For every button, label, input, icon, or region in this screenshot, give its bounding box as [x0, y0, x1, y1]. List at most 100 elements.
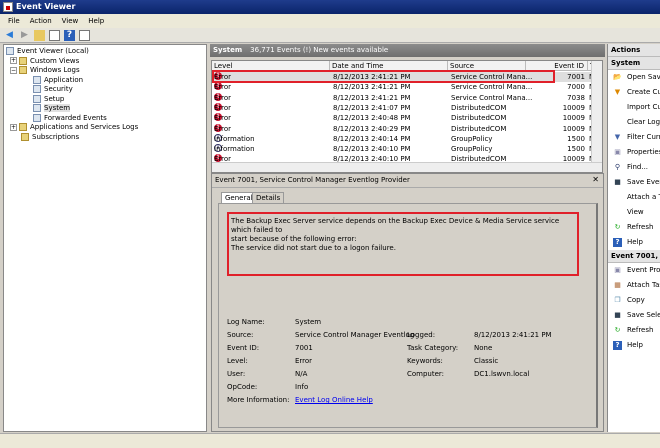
- action-item[interactable]: ↻ Refresh: [608, 220, 660, 235]
- menu-bar: File Action View Help: [0, 14, 660, 28]
- action-item[interactable]: ⚲ Find...: [608, 160, 660, 175]
- table-row[interactable]: ! Error 8/12/2013 2:41:21 PM Service Cont…: [212, 92, 594, 103]
- actions-pane: Actions System 📂Open Saved Log...▼Create…: [607, 44, 660, 432]
- table-row[interactable]: i Information 8/12/2013 2:40:14 PM GroupP…: [212, 133, 594, 144]
- user-label: User:: [227, 370, 246, 378]
- action-item[interactable]: Clear Log...: [608, 115, 660, 130]
- action-item[interactable]: 📂Open Saved Log...: [608, 70, 660, 85]
- level-value: Error: [295, 357, 313, 365]
- event-id-cell: 7038: [567, 93, 585, 102]
- source-cell: Service Control Mana...: [451, 93, 533, 102]
- keywords-label: Keywords:: [407, 357, 443, 365]
- date-cell: 8/12/2013 2:40:10 PM: [333, 145, 411, 154]
- menu-help[interactable]: Help: [88, 17, 104, 28]
- action-item[interactable]: ▣ Properties: [608, 145, 660, 160]
- action-item[interactable]: ↻ Refresh: [608, 323, 660, 338]
- action-item[interactable]: Import Custom View...: [608, 100, 660, 115]
- blank-icon: [613, 208, 622, 217]
- action-item[interactable]: ▼Create Custom View...: [608, 85, 660, 100]
- save-icon: ■: [614, 178, 621, 186]
- forward-icon[interactable]: ▶: [19, 30, 30, 41]
- source-cell: DistributedCOM: [451, 124, 507, 133]
- expand-icon[interactable]: +: [10, 123, 17, 131]
- folder-icon: [19, 56, 27, 65]
- log-name-label: Log Name:: [227, 318, 265, 326]
- tree-event-viewer-local[interactable]: Event Viewer (Local): [6, 47, 204, 57]
- navigation-tree: Event Viewer (Local) + Custom Views − Wind…: [3, 44, 207, 432]
- event-id-value: 7001: [295, 344, 313, 352]
- table-row[interactable]: ! Error 8/12/2013 2:41:21 PM Service Cont…: [212, 82, 594, 92]
- properties-icon: ▣: [614, 266, 621, 274]
- close-icon[interactable]: ✕: [592, 175, 599, 184]
- tree-custom-views[interactable]: + Custom Views: [6, 56, 204, 67]
- date-cell: 8/12/2013 2:41:21 PM: [333, 93, 411, 102]
- event-detail-pane: Event 7001, Service Control Manager Even…: [211, 173, 604, 432]
- tree-windows-logs[interactable]: − Windows Logs: [6, 66, 204, 76]
- back-icon[interactable]: ◀: [4, 30, 15, 41]
- expand-icon[interactable]: +: [10, 57, 17, 64]
- log-icon: [33, 113, 41, 122]
- date-cell: 8/12/2013 2:40:14 PM: [333, 134, 411, 143]
- source-cell: Service Control Mana...: [451, 83, 533, 92]
- tree-log-application[interactable]: Application: [6, 75, 204, 86]
- refresh-icon: ↻: [614, 223, 621, 231]
- action-item[interactable]: ■Save Events As...: [608, 175, 660, 190]
- source-cell: GroupPolicy: [451, 145, 493, 154]
- menu-file[interactable]: File: [8, 17, 20, 28]
- date-cell: 8/12/2013 2:41:21 PM: [333, 83, 411, 92]
- up-folder-icon[interactable]: [34, 30, 45, 41]
- table-row[interactable]: ! Error 8/12/2013 2:40:29 PM DistributedC…: [212, 123, 594, 134]
- horizontal-scrollbar[interactable]: [212, 162, 602, 172]
- tree-applications-services-logs[interactable]: + Applications and Services Logs: [6, 123, 204, 133]
- general-tab-content: The Backup Exec Server service depends o…: [218, 203, 598, 428]
- action-item[interactable]: Attach a Task To this Log...: [608, 190, 660, 205]
- tree-log-setup[interactable]: Setup: [6, 94, 204, 105]
- action-item[interactable]: ❐ Copy: [608, 293, 660, 308]
- event-count: 36,771 Events (!) New events available: [250, 46, 389, 54]
- action-item[interactable]: ■Save Selected Events...: [608, 308, 660, 323]
- show-hide-tree-icon[interactable]: [49, 30, 60, 41]
- source-cell: DistributedCOM: [451, 103, 507, 112]
- user-value: N/A: [295, 370, 308, 378]
- help-icon[interactable]: ?: [64, 30, 75, 41]
- action-item[interactable]: ▣Event Properties: [608, 263, 660, 278]
- source-value: Service Control Manager Eventlog: [295, 331, 415, 339]
- event-log-online-help-link[interactable]: Event Log Online Help: [295, 396, 373, 408]
- table-row[interactable]: ! Error 8/12/2013 2:41:07 PM DistributedC…: [212, 102, 594, 113]
- table-row[interactable]: i Information 8/12/2013 2:40:10 PM GroupP…: [212, 144, 594, 154]
- action-item[interactable]: ▦Attach Task To This Event...: [608, 278, 660, 293]
- table-row[interactable]: ! Error 8/12/2013 2:40:48 PM DistributedC…: [212, 113, 594, 123]
- action-item[interactable]: ▼Filter Current Log...: [608, 130, 660, 145]
- properties-icon: ▣: [614, 148, 621, 156]
- event-message[interactable]: The Backup Exec Server service depends o…: [227, 212, 579, 276]
- window-title: Event Viewer: [16, 2, 76, 11]
- find-icon: ⚲: [614, 163, 621, 171]
- date-cell: 8/12/2013 2:40:48 PM: [333, 114, 411, 123]
- subscriptions-icon: [21, 132, 29, 141]
- detail-title: Event 7001, Service Control Manager Even…: [215, 176, 410, 184]
- computer-value: DC1.lswvn.local: [474, 370, 530, 378]
- actions-section-system[interactable]: System: [608, 57, 660, 70]
- menu-view[interactable]: View: [62, 17, 79, 28]
- menu-action[interactable]: Action: [30, 17, 52, 28]
- actions-section-event[interactable]: Event 7001, Service Control Manager Even…: [608, 250, 660, 263]
- show-hide-action-pane-icon[interactable]: [79, 30, 90, 41]
- tree-log-security[interactable]: Security: [6, 85, 204, 95]
- computer-label: Computer:: [407, 370, 445, 378]
- source-cell: GroupPolicy: [451, 134, 493, 143]
- collapse-icon[interactable]: −: [10, 66, 17, 74]
- tree-log-forwarded-events[interactable]: Forwarded Events: [6, 113, 204, 124]
- vertical-scrollbar[interactable]: [591, 61, 602, 164]
- tree-subscriptions[interactable]: Subscriptions: [6, 132, 204, 143]
- event-id-cell: 1500: [567, 134, 585, 143]
- action-item[interactable]: ? Help: [608, 338, 660, 353]
- source-cell: DistributedCOM: [451, 114, 507, 123]
- event-id-cell: 1500: [567, 145, 585, 154]
- event-id-cell: 7000: [567, 83, 585, 92]
- attach-task-icon: ▦: [614, 281, 621, 289]
- action-item[interactable]: ? Help: [608, 235, 660, 250]
- action-item[interactable]: View: [608, 205, 660, 220]
- log-name-value: System: [295, 318, 322, 326]
- log-icon: [33, 104, 41, 112]
- tree-log-system[interactable]: System: [6, 104, 204, 114]
